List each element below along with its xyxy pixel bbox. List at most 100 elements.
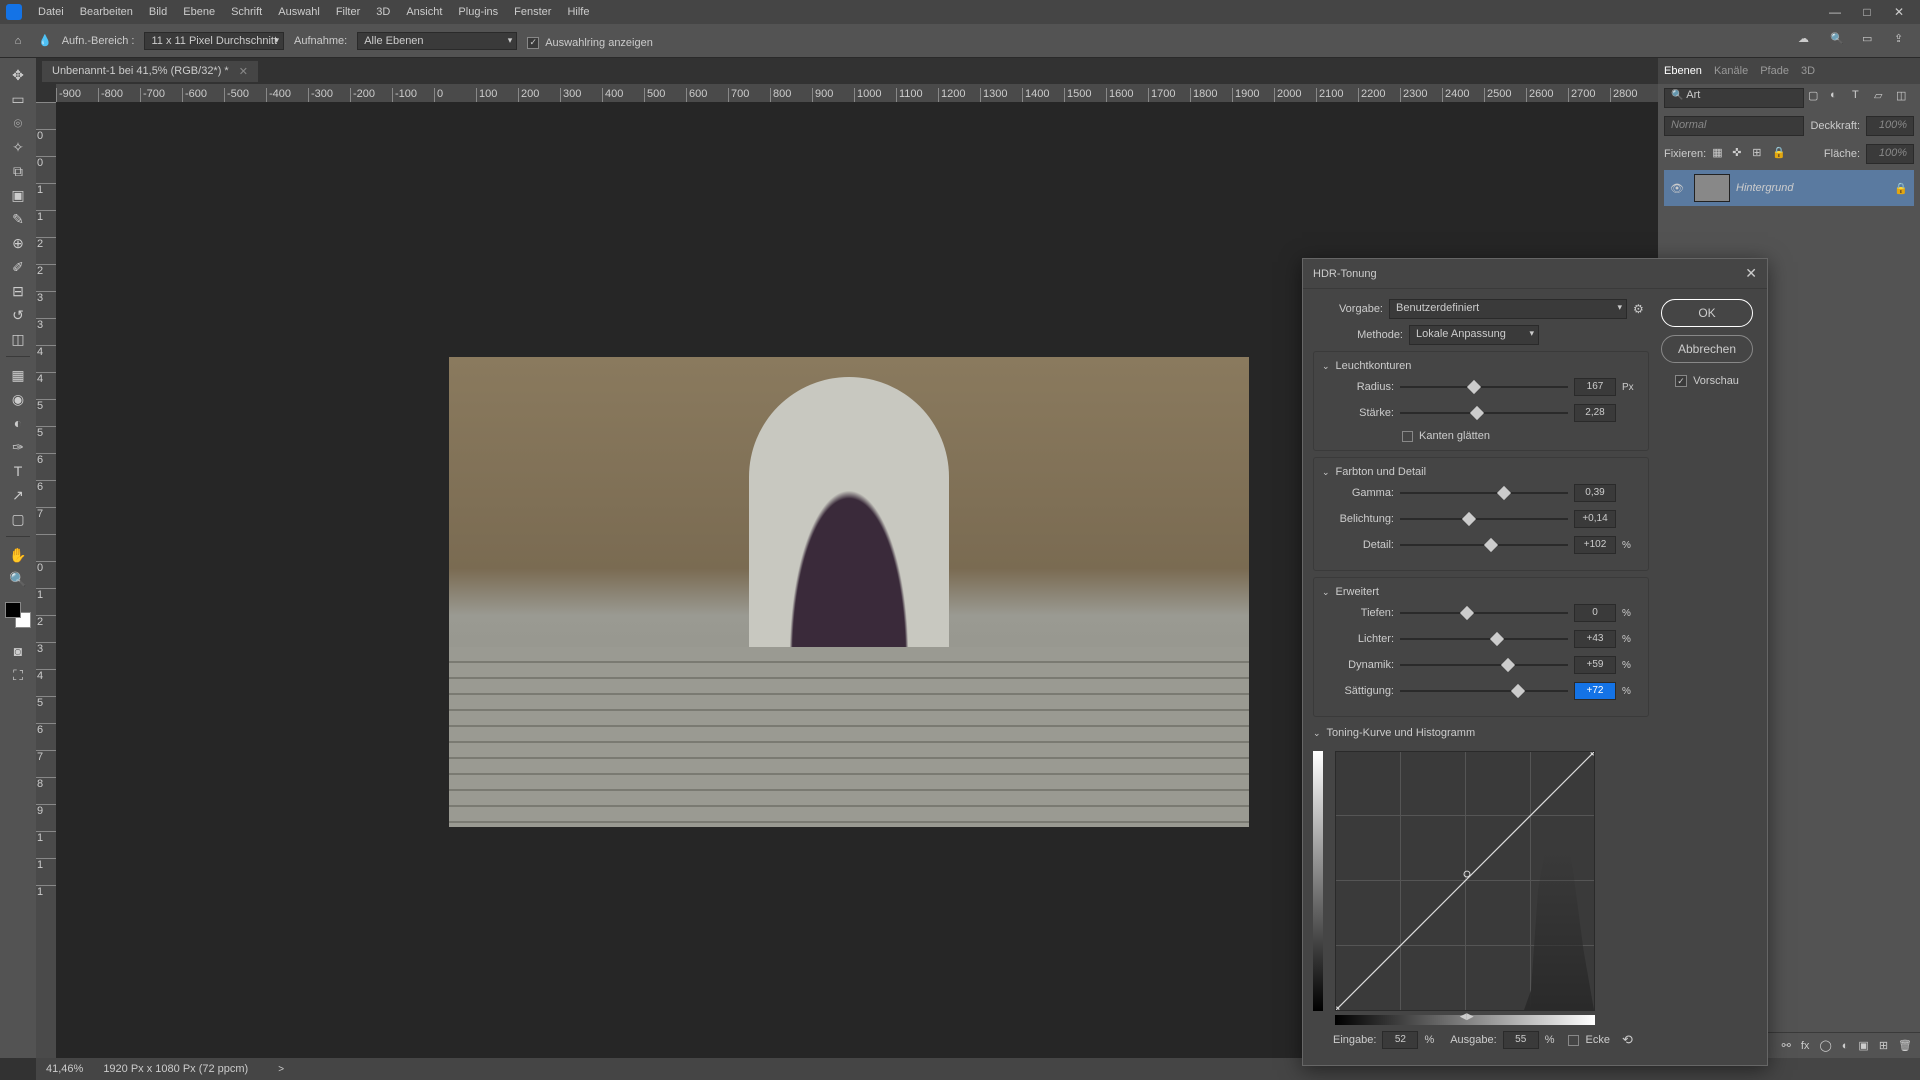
filter-type-icon[interactable]: T (1852, 89, 1870, 107)
dodge-tool-icon[interactable]: ◐ (4, 412, 32, 434)
menu-datei[interactable]: Datei (30, 6, 72, 18)
shadow-input[interactable]: 0 (1574, 604, 1616, 622)
color-swatches[interactable] (5, 602, 31, 628)
eyedropper-tool-icon[interactable]: ✎ (4, 208, 32, 230)
search-icon[interactable]: 🔍 (1830, 32, 1848, 50)
smooth-edges-checkbox[interactable]: Kanten glätten (1402, 430, 1640, 442)
blur-tool-icon[interactable]: ◉ (4, 388, 32, 410)
lock-pixels-icon[interactable]: ▦ (1712, 146, 1728, 162)
menu-fenster[interactable]: Fenster (506, 6, 559, 18)
vibrance-input[interactable]: +59 (1574, 656, 1616, 674)
statusbar-flyout-icon[interactable]: > (278, 1064, 284, 1075)
menu-auswahl[interactable]: Auswahl (270, 6, 328, 18)
section-tone-caret-icon[interactable]: ⌄ (1322, 467, 1330, 478)
exposure-input[interactable]: +0,14 (1574, 510, 1616, 528)
curve-line[interactable] (1336, 752, 1594, 1010)
hand-tool-icon[interactable]: ✋ (4, 544, 32, 566)
detail-slider[interactable] (1400, 538, 1568, 552)
highlight-input[interactable]: +43 (1574, 630, 1616, 648)
quickmask-icon[interactable]: ◙ (4, 640, 32, 662)
lock-all-icon[interactable]: 🔒 (1772, 146, 1788, 162)
filter-image-icon[interactable]: ▢ (1808, 89, 1826, 107)
new-layer-icon[interactable]: ⊞ (1879, 1039, 1888, 1052)
tab-3d[interactable]: 3D (1801, 65, 1815, 77)
menu-plugins[interactable]: Plug-ins (450, 6, 506, 18)
menu-filter[interactable]: Filter (328, 6, 368, 18)
detail-input[interactable]: +102 (1574, 536, 1616, 554)
gamma-input[interactable]: 0,39 (1574, 484, 1616, 502)
wand-tool-icon[interactable]: ✧ (4, 136, 32, 158)
layer-visibility-icon[interactable]: 👁 (1670, 182, 1688, 195)
layer-thumbnail[interactable] (1694, 174, 1730, 202)
saturation-input[interactable]: +72 (1574, 682, 1616, 700)
filter-shape-icon[interactable]: ▱ (1874, 89, 1892, 107)
frame-tool-icon[interactable]: ▣ (4, 184, 32, 206)
sample-dropdown[interactable]: Alle Ebenen (357, 32, 517, 50)
type-tool-icon[interactable]: T (4, 460, 32, 482)
gamma-slider[interactable] (1400, 486, 1568, 500)
tone-curve[interactable] (1335, 751, 1595, 1011)
ok-button[interactable]: OK (1661, 299, 1753, 327)
section-curve-caret-icon[interactable]: ⌄ (1313, 728, 1321, 739)
tab-pfade[interactable]: Pfade (1760, 65, 1789, 77)
curve-midpoint-handle[interactable]: ◀▶ (1460, 1011, 1474, 1022)
close-window-button[interactable]: ✕ (1884, 3, 1914, 21)
layer-fx-icon[interactable]: fx (1801, 1040, 1810, 1052)
layer-lock-icon[interactable]: 🔒 (1894, 182, 1908, 195)
menu-bearbeiten[interactable]: Bearbeiten (72, 6, 141, 18)
preset-menu-icon[interactable]: ⚙ (1633, 302, 1649, 316)
path-tool-icon[interactable]: ↗ (4, 484, 32, 506)
screenmode-icon[interactable]: ⛶ (4, 664, 32, 686)
minimize-button[interactable]: — (1820, 3, 1850, 21)
blend-mode-dropdown[interactable]: Normal (1664, 116, 1804, 136)
menu-ansicht[interactable]: Ansicht (398, 6, 450, 18)
document-tab-close-icon[interactable]: ✕ (239, 65, 248, 78)
filter-adjust-icon[interactable]: ◐ (1830, 89, 1848, 107)
shadow-slider[interactable] (1400, 606, 1568, 620)
opacity-field[interactable]: 100% (1866, 116, 1914, 136)
pen-tool-icon[interactable]: ✑ (4, 436, 32, 458)
layer-filter-dropdown[interactable]: 🔍 Art (1664, 88, 1804, 108)
highlight-slider[interactable] (1400, 632, 1568, 646)
lasso-tool-icon[interactable]: ⌾ (4, 112, 32, 134)
share-icon[interactable]: ⇪ (1894, 32, 1912, 50)
method-dropdown[interactable]: Lokale Anpassung (1409, 325, 1539, 345)
cancel-button[interactable]: Abbrechen (1661, 335, 1753, 363)
saturation-slider[interactable] (1400, 684, 1568, 698)
link-layers-icon[interactable]: ⚯ (1782, 1039, 1791, 1052)
preview-checkbox[interactable]: ✓Vorschau (1675, 375, 1739, 387)
brush-tool-icon[interactable]: ✐ (4, 256, 32, 278)
dialog-titlebar[interactable]: HDR-Tonung ✕ (1303, 259, 1767, 289)
section-edge-caret-icon[interactable]: ⌄ (1322, 361, 1330, 372)
layer-group-icon[interactable]: ▣ (1858, 1039, 1868, 1052)
doc-info[interactable]: 1920 Px x 1080 Px (72 ppcm) (103, 1063, 248, 1075)
maximize-button[interactable]: □ (1852, 3, 1882, 21)
curve-input-field[interactable]: 52 (1382, 1031, 1418, 1049)
stamp-tool-icon[interactable]: ⊟ (4, 280, 32, 302)
exposure-slider[interactable] (1400, 512, 1568, 526)
tab-kanaele[interactable]: Kanäle (1714, 65, 1748, 77)
layer-name[interactable]: Hintergrund (1736, 182, 1888, 194)
preset-dropdown[interactable]: Benutzerdefiniert (1389, 299, 1627, 319)
menu-bild[interactable]: Bild (141, 6, 175, 18)
crop-tool-icon[interactable]: ⧉ (4, 160, 32, 182)
shape-tool-icon[interactable]: ▢ (4, 508, 32, 530)
sample-size-dropdown[interactable]: 11 x 11 Pixel Durchschnitt (144, 32, 284, 50)
adjustment-layer-icon[interactable]: ◐ (1842, 1040, 1849, 1052)
cloud-icon[interactable]: ☁ (1798, 32, 1816, 50)
eraser-tool-icon[interactable]: ◫ (4, 328, 32, 350)
radius-input[interactable]: 167 (1574, 378, 1616, 396)
layer-mask-icon[interactable]: ◯ (1819, 1039, 1831, 1052)
filter-smart-icon[interactable]: ◫ (1896, 89, 1914, 107)
menu-schrift[interactable]: Schrift (223, 6, 270, 18)
strength-slider[interactable] (1400, 406, 1568, 420)
corner-checkbox[interactable]: Ecke (1568, 1034, 1609, 1046)
lock-artboard-icon[interactable]: ⊞ (1752, 146, 1768, 162)
show-ring-checkbox[interactable]: ✓Auswahlring anzeigen (527, 37, 653, 49)
marquee-tool-icon[interactable]: ▭ (4, 88, 32, 110)
lock-position-icon[interactable]: ✜ (1732, 146, 1748, 162)
gradient-tool-icon[interactable]: ▦ (4, 364, 32, 386)
curve-reset-icon[interactable]: ⟲ (1622, 1032, 1633, 1048)
fill-field[interactable]: 100% (1866, 144, 1914, 164)
delete-layer-icon[interactable]: 🗑 (1898, 1039, 1912, 1052)
